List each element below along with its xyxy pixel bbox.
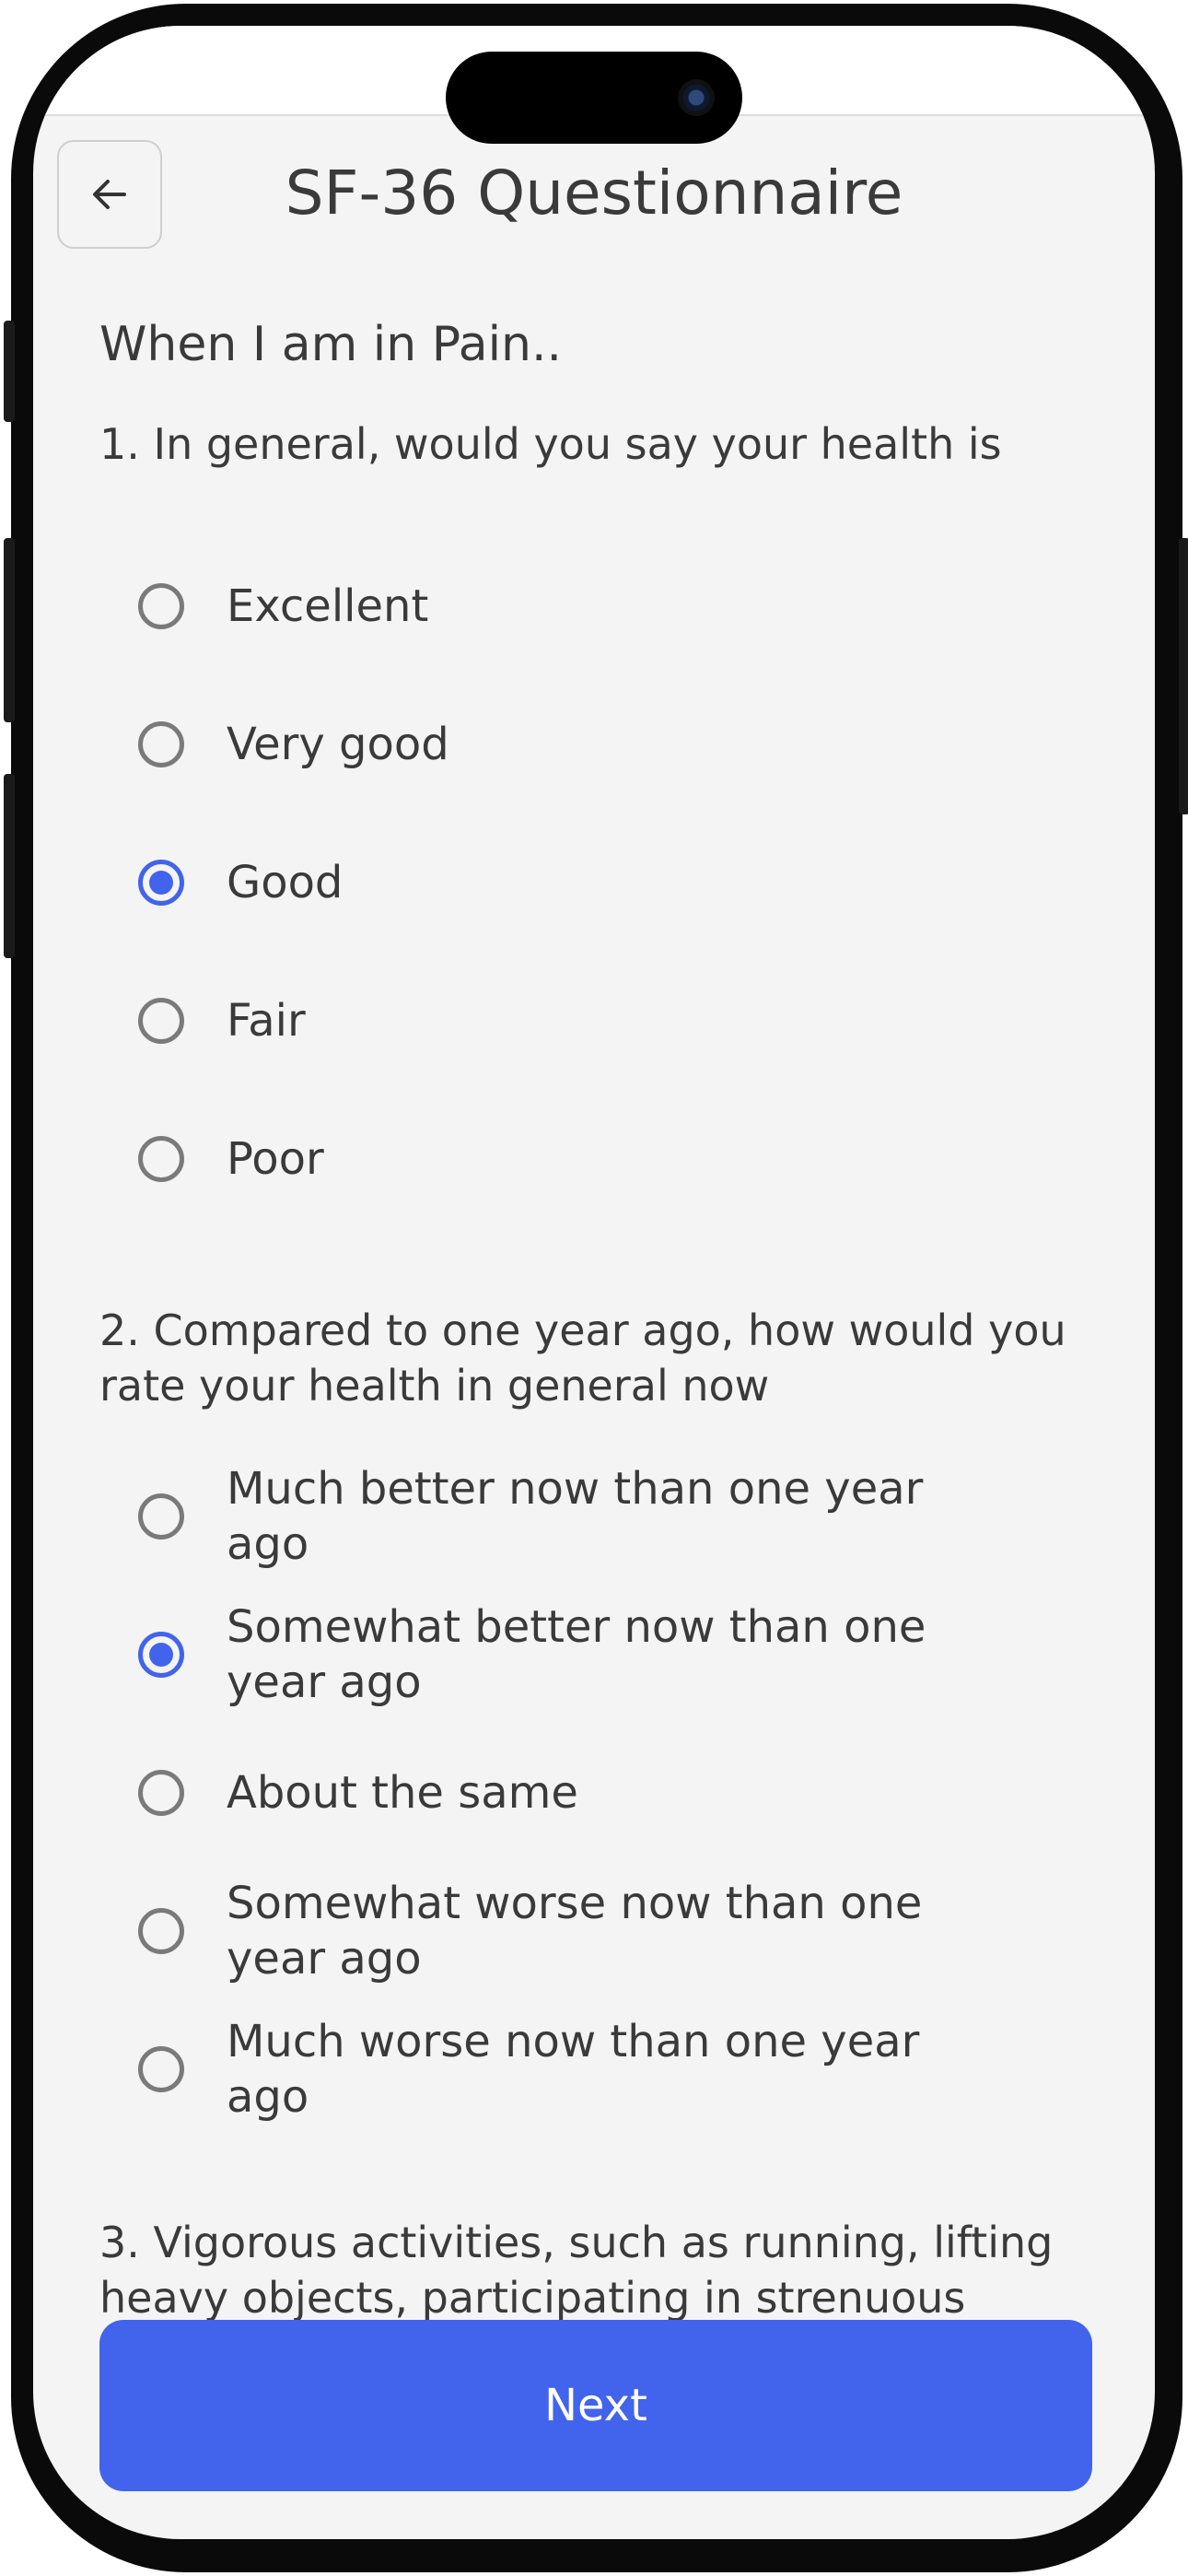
- page-title: SF-36 Questionnaire: [285, 158, 903, 228]
- next-button[interactable]: Next: [99, 2320, 1092, 2491]
- radio-checked-icon[interactable]: [138, 860, 184, 906]
- q2-option-much-worse[interactable]: Much worse now than one year ago: [138, 2014, 1059, 2125]
- option-label: Excellent: [227, 580, 429, 632]
- option-label: About the same: [227, 1767, 578, 1819]
- dynamic-island: [446, 52, 742, 144]
- radio-checked-icon[interactable]: [138, 1632, 184, 1678]
- radio-unchecked-icon[interactable]: [138, 998, 184, 1044]
- q1-option-excellent[interactable]: Excellent: [138, 579, 1059, 634]
- option-label: Fair: [227, 995, 306, 1047]
- option-label: Very good: [227, 719, 449, 770]
- option-label: Much worse now than one year ago: [227, 2016, 920, 2123]
- radio-unchecked-icon[interactable]: [138, 721, 184, 767]
- option-label: Somewhat better now than one year ago: [227, 1601, 926, 1708]
- volume-down-button: [4, 774, 15, 958]
- camera-icon: [678, 79, 715, 116]
- back-button[interactable]: [57, 140, 162, 249]
- q2-option-somewhat-better[interactable]: Somewhat better now than one year ago: [138, 1599, 1059, 1710]
- option-label: Poor: [227, 1133, 324, 1185]
- app-screen: SF-36 Questionnaire When I am in Pain.. …: [33, 26, 1155, 2539]
- volume-up-button: [4, 538, 15, 722]
- radio-unchecked-icon[interactable]: [138, 1908, 184, 1954]
- question-1-text: 1. In general, would you say your health…: [99, 419, 1002, 469]
- section-subtitle: When I am in Pain..: [99, 317, 563, 372]
- q1-option-good[interactable]: Good: [138, 855, 1059, 910]
- action-button: [4, 321, 15, 422]
- q2-option-somewhat-worse[interactable]: Somewhat worse now than one year ago: [138, 1876, 1059, 1986]
- radio-unchecked-icon[interactable]: [138, 583, 184, 629]
- q2-option-much-better[interactable]: Much better now than one year ago: [138, 1461, 1059, 1572]
- q1-option-fair[interactable]: Fair: [138, 993, 1059, 1048]
- radio-unchecked-icon[interactable]: [138, 2046, 184, 2092]
- q1-option-very-good[interactable]: Very good: [138, 717, 1059, 772]
- q1-option-poor[interactable]: Poor: [138, 1131, 1059, 1187]
- power-button: [1179, 538, 1188, 814]
- option-label: Much better now than one year ago: [227, 1463, 924, 1570]
- arrow-left-icon: [93, 180, 126, 209]
- question-2-text: 2. Compared to one year ago, how would y…: [99, 1306, 1066, 1411]
- option-label: Good: [227, 857, 344, 908]
- radio-unchecked-icon[interactable]: [138, 1770, 184, 1816]
- option-label: Somewhat worse now than one year ago: [227, 1878, 923, 1985]
- radio-unchecked-icon[interactable]: [138, 1493, 184, 1540]
- q2-option-about-same[interactable]: About the same: [138, 1765, 1059, 1821]
- radio-unchecked-icon[interactable]: [138, 1136, 184, 1182]
